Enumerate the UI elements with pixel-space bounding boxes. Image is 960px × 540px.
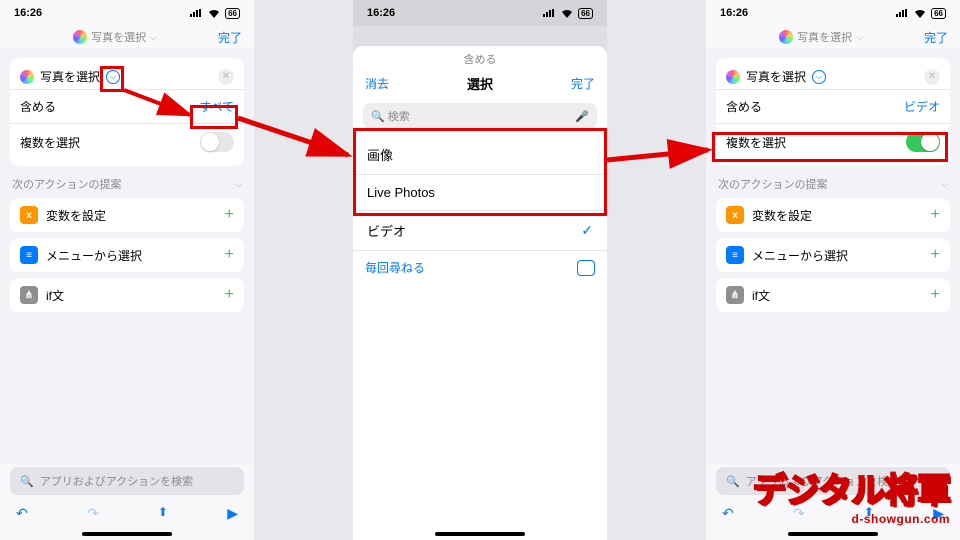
menu-icon: ≡	[726, 246, 744, 264]
nav-title[interactable]: 写真を選択 ⌵	[73, 29, 157, 45]
sheet-overline: 含める	[353, 46, 607, 70]
bottom-bar: 🔍 アプリおよびアクションを検索 ↶ ↷ ⬆︎ ▶	[0, 463, 254, 540]
action-block: 写真を選択 ⌵ ✕ 含める ビデオ 複数を選択	[716, 58, 950, 166]
chevron-down-icon: ⌵	[150, 32, 157, 43]
include-value[interactable]: すべて	[199, 98, 234, 115]
include-row[interactable]: 含める ビデオ	[716, 89, 950, 123]
nav-title[interactable]: 写真を選択 ⌵	[779, 29, 863, 45]
clear-action-button[interactable]: ✕	[218, 69, 234, 85]
multi-toggle[interactable]	[200, 132, 234, 152]
nav-bar: 写真を選択 ⌵ 完了	[0, 26, 254, 48]
action-block: 写真を選択 ⌵ ✕ 含める すべて 複数を選択	[10, 58, 244, 166]
undo-button[interactable]: ↶	[16, 505, 28, 522]
suggest-if[interactable]: ⋔if文 +	[716, 278, 950, 312]
menu-icon: ≡	[20, 246, 38, 264]
add-icon[interactable]: +	[931, 206, 940, 224]
if-icon: ⋔	[726, 286, 744, 304]
if-icon: ⋔	[20, 286, 38, 304]
action-title: 写真を選択	[40, 68, 100, 85]
variable-icon: x	[726, 206, 744, 224]
expand-toggle-icon[interactable]: ⌵	[106, 70, 120, 84]
include-value[interactable]: ビデオ	[904, 98, 940, 115]
suggestions-header[interactable]: 次のアクションの提案 ⌵	[718, 176, 948, 192]
add-icon[interactable]: +	[225, 246, 234, 264]
search-icon: 🔍	[371, 111, 385, 123]
option-image[interactable]: 画像	[353, 135, 607, 175]
add-icon[interactable]: +	[931, 246, 940, 264]
search-icon: 🔍	[20, 475, 34, 488]
include-row[interactable]: 含める すべて	[10, 89, 244, 123]
done-button[interactable]: 完了	[571, 75, 595, 92]
select-multiple-row[interactable]: 複数を選択	[716, 123, 950, 160]
home-indicator	[788, 532, 878, 536]
status-time: 16:26	[14, 7, 42, 19]
add-icon[interactable]: +	[225, 286, 234, 304]
sheet-search[interactable]: 🔍 検索 🎤	[363, 103, 597, 129]
search-icon: 🔍	[726, 475, 740, 488]
redo-button[interactable]: ↷	[87, 505, 99, 522]
share-button[interactable]: ⬆︎	[158, 505, 168, 522]
undo-button[interactable]: ↶	[722, 505, 734, 522]
select-multiple-row[interactable]: 複数を選択	[10, 123, 244, 160]
multi-toggle[interactable]	[906, 132, 940, 152]
message-icon[interactable]	[577, 260, 595, 276]
nav-bar: 写真を選択 ⌵ 完了	[706, 26, 960, 48]
suggest-set-variable[interactable]: x変数を設定 +	[10, 198, 244, 232]
photos-icon	[726, 70, 740, 84]
status-bar: 16:26 66	[706, 0, 960, 26]
ask-each-time-button[interactable]: 毎回尋ねる	[365, 259, 425, 276]
chevron-down-icon: ⌵	[856, 32, 863, 43]
suggestions-header[interactable]: 次のアクションの提案 ⌵	[12, 176, 242, 192]
suggest-if[interactable]: ⋔if文 +	[10, 278, 244, 312]
search-field[interactable]: 🔍 アプリおよびアクションを検索	[10, 467, 244, 495]
variable-icon: x	[20, 206, 38, 224]
done-button[interactable]: 完了	[218, 29, 242, 46]
chevron-down-icon: ⌵	[941, 179, 948, 190]
photos-icon	[779, 30, 793, 44]
watermark-logo: デジタル将軍 d-showgun.com	[753, 463, 950, 526]
picker-sheet: 含める 消去 選択 完了 🔍 検索 🎤 画像 Live Photos ビデオ✓ …	[353, 46, 607, 540]
sheet-title: 選択	[467, 74, 493, 93]
suggest-choose-menu[interactable]: ≡メニューから選択 +	[10, 238, 244, 272]
expand-toggle-icon[interactable]: ⌵	[812, 70, 826, 84]
option-live-photos[interactable]: Live Photos	[353, 175, 607, 211]
action-title: 写真を選択	[746, 68, 806, 85]
play-button[interactable]: ▶	[227, 505, 238, 522]
photos-icon	[73, 30, 87, 44]
done-button[interactable]: 完了	[924, 29, 948, 46]
chevron-down-icon: ⌵	[235, 179, 242, 190]
add-icon[interactable]: +	[225, 206, 234, 224]
option-video[interactable]: ビデオ✓	[353, 211, 607, 251]
add-icon[interactable]: +	[931, 286, 940, 304]
home-indicator	[82, 532, 172, 536]
suggest-set-variable[interactable]: x変数を設定 +	[716, 198, 950, 232]
status-bar: 16:26 66	[0, 0, 254, 26]
clear-button[interactable]: 消去	[365, 75, 389, 92]
home-indicator	[435, 532, 525, 536]
status-icons: 66	[189, 8, 240, 19]
suggest-choose-menu[interactable]: ≡メニューから選択 +	[716, 238, 950, 272]
clear-action-button[interactable]: ✕	[924, 69, 940, 85]
check-icon: ✓	[581, 222, 593, 239]
photos-icon	[20, 70, 34, 84]
mic-icon[interactable]: 🎤	[575, 110, 589, 123]
